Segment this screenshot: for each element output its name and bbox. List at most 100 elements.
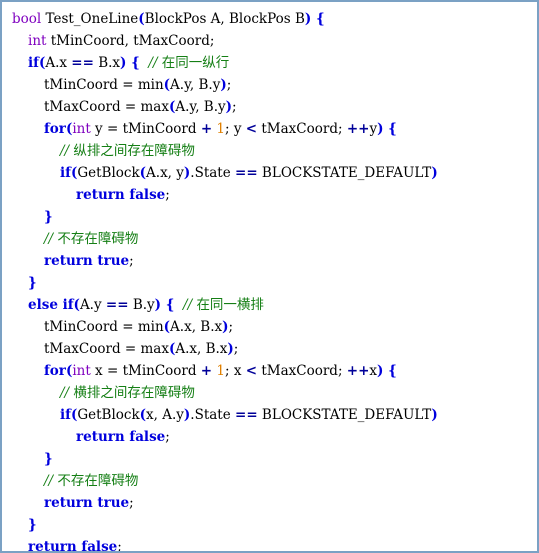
code-token-punc: ) {	[377, 363, 397, 379]
code-line[interactable]: // 不存在障碍物	[2, 470, 537, 492]
code-token-id: Test_OneLine	[41, 11, 139, 27]
code-token-op: <	[245, 363, 258, 379]
code-line[interactable]: if(GetBlock(A.x, y).State == BLOCKSTATE_…	[2, 162, 537, 184]
code-token-id: A.x	[45, 55, 72, 71]
code-token-id: A.y	[79, 297, 106, 313]
code-line[interactable]: // 不存在障碍物	[2, 228, 537, 250]
code-token-id: tMinCoord = min	[44, 77, 164, 93]
code-token-op: ==	[71, 55, 94, 71]
code-line[interactable]: tMaxCoord = max(A.x, B.x);	[2, 338, 537, 360]
code-token-cmt: // 在同一纵行	[148, 55, 230, 71]
code-token-ctl: for	[44, 121, 66, 137]
code-line[interactable]: }	[2, 206, 537, 228]
code-token-id: tMinCoord = min	[44, 319, 164, 335]
code-line[interactable]: tMinCoord = min(A.y, B.y);	[2, 74, 537, 96]
code-token-id: .State	[190, 407, 236, 423]
code-token-ctl: return false	[76, 187, 166, 203]
code-token-id: A.x, B.x	[175, 341, 228, 357]
code-line[interactable]: // 横排之间存在障碍物	[2, 382, 537, 404]
code-token-punc: )	[431, 407, 438, 423]
code-token-op: +	[200, 363, 213, 379]
code-token-id	[174, 297, 183, 313]
code-line[interactable]: return false;	[2, 426, 537, 448]
code-token-kw: int	[28, 33, 47, 49]
code-token-id: y = tMinCoord	[90, 121, 201, 137]
code-token-id: A.x, B.x	[170, 319, 223, 335]
code-token-ctl: return true	[44, 253, 130, 269]
code-token-ctl: for	[44, 363, 66, 379]
code-token-punc: )	[431, 165, 438, 181]
code-token-op: <	[245, 121, 258, 137]
code-token-ctl: else if	[28, 297, 74, 313]
code-token-ctl: return true	[44, 495, 130, 511]
code-token-id: tMaxCoord = max	[44, 341, 169, 357]
code-line[interactable]: return false;	[2, 184, 537, 206]
code-token-id: .State	[190, 165, 236, 181]
cjk-run: 不存在障碍物	[57, 231, 139, 247]
code-token-id: tMaxCoord;	[257, 121, 347, 137]
code-line[interactable]: }	[2, 514, 537, 536]
code-line[interactable]: if(GetBlock(x, A.y).State == BLOCKSTATE_…	[2, 404, 537, 426]
code-line[interactable]: int tMinCoord, tMaxCoord;	[2, 30, 537, 52]
code-token-op: ++	[346, 363, 370, 379]
code-token-id: B.y	[128, 297, 155, 313]
code-token-id: x, A.y	[146, 407, 184, 423]
code-token-op: ==	[235, 407, 258, 423]
code-token-op: ==	[235, 165, 258, 181]
code-token-id: tMaxCoord;	[257, 363, 347, 379]
code-token-id: ;	[165, 187, 170, 203]
code-body[interactable]: bool Test_OneLine(BlockPos A, BlockPos B…	[2, 8, 537, 551]
code-line[interactable]: tMaxCoord = max(A.y, B.y);	[2, 96, 537, 118]
code-line[interactable]: tMinCoord = min(A.x, B.x);	[2, 316, 537, 338]
code-token-id: A.y, B.y	[170, 77, 221, 93]
code-token-cmt: // 纵排之间存在障碍物	[60, 143, 195, 159]
code-token-punc: }	[44, 209, 53, 225]
cjk-run: 纵排之间存在障碍物	[73, 143, 195, 159]
code-line[interactable]: bool Test_OneLine(BlockPos A, BlockPos B…	[2, 8, 537, 30]
code-token-op: +	[200, 121, 213, 137]
code-token-id: x = tMinCoord	[90, 363, 201, 379]
code-token-id: GetBlock	[77, 165, 140, 181]
code-line[interactable]: else if(A.y == B.y) { // 在同一横排	[2, 294, 537, 316]
code-token-id: ;	[228, 319, 234, 335]
code-token-id: BLOCKSTATE_DEFAULT	[257, 407, 432, 423]
code-token-id: ;	[233, 341, 239, 357]
code-token-id: BlockPos A, BlockPos B	[144, 11, 305, 27]
code-token-id: tMinCoord, tMaxCoord;	[46, 33, 215, 49]
code-token-punc: ) {	[154, 297, 175, 313]
code-token-id: B.x	[93, 55, 121, 71]
code-line[interactable]: return true;	[2, 250, 537, 272]
code-token-kw: int	[72, 363, 91, 379]
code-token-num: 1	[216, 121, 226, 137]
cjk-run: 不存在障碍物	[57, 473, 139, 489]
cjk-run: 在同一纵行	[161, 55, 230, 71]
code-line[interactable]: for(int x = tMinCoord + 1; x < tMaxCoord…	[2, 360, 537, 382]
code-token-punc: }	[44, 451, 53, 467]
code-line[interactable]: return true;	[2, 492, 537, 514]
code-token-punc: }	[28, 517, 37, 533]
code-line[interactable]: return false;	[2, 536, 537, 551]
code-token-ctl: return false	[76, 429, 166, 445]
code-token-ctl: if	[28, 55, 39, 71]
code-token-id: GetBlock	[77, 407, 140, 423]
code-line[interactable]: if(A.x == B.x) { // 在同一纵行	[2, 52, 537, 74]
code-token-op: ++	[346, 121, 370, 137]
code-line[interactable]: }	[2, 272, 537, 294]
code-token-id: ;	[232, 99, 237, 115]
code-token-id: A.y, B.y	[175, 99, 226, 115]
code-token-id: x	[369, 363, 378, 379]
code-line[interactable]: }	[2, 448, 537, 470]
code-token-ctl: if	[60, 407, 71, 423]
code-token-id: ;	[129, 253, 134, 269]
code-token-cmt: // 不存在障碍物	[44, 231, 139, 247]
code-token-punc: ) {	[377, 121, 397, 137]
code-token-ctl: if	[60, 165, 71, 181]
code-listing-frame: bool Test_OneLine(BlockPos A, BlockPos B…	[0, 0, 539, 553]
code-line[interactable]: // 纵排之间存在障碍物	[2, 140, 537, 162]
code-token-punc: ) {	[304, 11, 325, 27]
code-line[interactable]: for(int y = tMinCoord + 1; y < tMaxCoord…	[2, 118, 537, 140]
code-token-id: ;	[226, 77, 232, 93]
code-token-cmt: // 不存在障碍物	[44, 473, 139, 489]
code-token-id: ; x	[225, 363, 246, 379]
code-token-punc: ) {	[120, 55, 140, 71]
